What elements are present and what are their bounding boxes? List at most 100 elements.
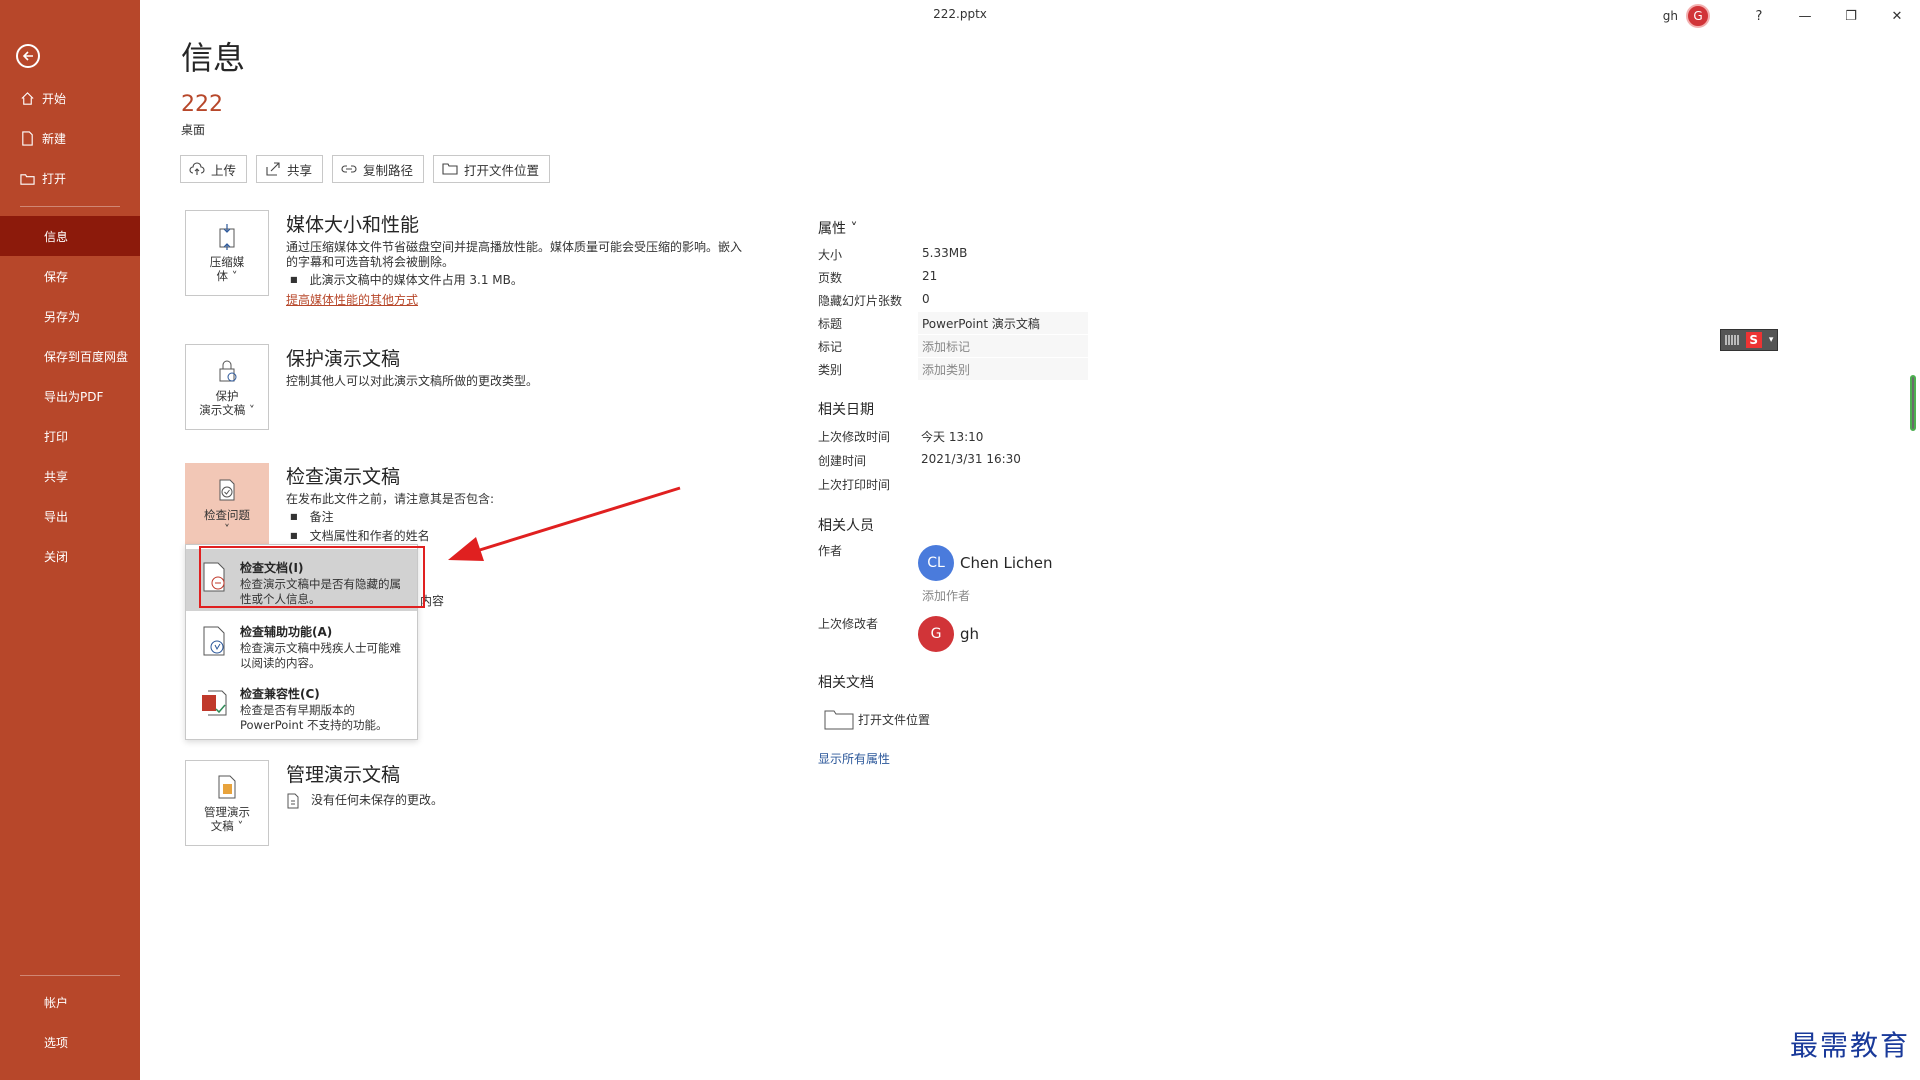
date-label: 上次打印时间 xyxy=(818,478,891,492)
property-value: 5.33MB xyxy=(922,246,968,260)
property-label: 页数 xyxy=(818,271,843,285)
titlebar-controls: gh G ? — ❐ ✕ xyxy=(1663,4,1920,28)
share-button[interactable]: 共享 xyxy=(256,155,324,183)
copy-path-button[interactable]: 复制路径 xyxy=(332,155,425,183)
sidebar-item-home[interactable]: 开始 xyxy=(0,80,140,116)
manage-section-desc: 没有任何未保存的更改。 xyxy=(311,793,444,807)
window-title: 222.pptx xyxy=(933,7,987,21)
related-dates-header: 相关日期 xyxy=(818,402,874,418)
menu-item-title: 检查兼容性(C) xyxy=(240,687,320,701)
add-author-link[interactable]: 添加作者 xyxy=(922,587,970,604)
sidebar-item-label: 选项 xyxy=(44,1035,69,1050)
close-window-button[interactable]: ✕ xyxy=(1874,4,1920,28)
sidebar-item-close[interactable]: 关闭 xyxy=(0,536,140,576)
menu-item-desc: 检查演示文稿中残疾人士可能难以阅读的内容。 xyxy=(240,641,401,670)
sidebar-item-label: 另存为 xyxy=(44,309,81,324)
watermark: 最需教育 xyxy=(1789,1029,1910,1062)
manage-presentation-button[interactable]: 管理演示 文稿 ˅ xyxy=(185,760,269,846)
sidebar-item-info[interactable]: 信息 xyxy=(0,216,140,256)
property-value: 添加标记 xyxy=(922,340,971,354)
menu-item-desc: 检查是否有早期版本的 PowerPoint 不支持的功能。 xyxy=(240,703,388,732)
annotation-arrow xyxy=(448,486,681,561)
date-row: 上次修改时间 今天 13:10 xyxy=(818,425,1088,447)
sidebar-item-options[interactable]: 选项 xyxy=(0,1022,140,1062)
modifier-label: 上次修改者 xyxy=(818,617,879,631)
property-row: 大小 5.33MB xyxy=(818,243,1088,265)
property-label: 标记 xyxy=(818,340,843,354)
author-person[interactable]: CL Chen Lichen xyxy=(918,545,1053,581)
tile-label: 演示文稿 ˅ xyxy=(199,403,255,417)
inspect-document-icon xyxy=(219,479,235,501)
menu-item-check-compatibility[interactable]: 检查兼容性(C) 检查是否有早期版本的 PowerPoint 不支持的功能。 xyxy=(186,675,417,737)
property-label: 大小 xyxy=(818,248,843,262)
folder-icon xyxy=(442,163,458,175)
author-label: 作者 xyxy=(818,544,843,558)
media-performance-link[interactable]: 提高媒体性能的其他方式 xyxy=(286,291,418,308)
modifier-person[interactable]: G gh xyxy=(918,616,979,652)
user-avatar[interactable]: G xyxy=(1686,4,1710,28)
folder-open-icon xyxy=(19,170,35,186)
open-location-label: 打开文件位置 xyxy=(464,162,540,178)
property-row: 隐藏幻灯片张数 0 xyxy=(818,289,1088,311)
related-people-header: 相关人员 xyxy=(818,518,874,534)
menu-item-title: 检查辅助功能(A) xyxy=(240,625,333,639)
sidebar-item-label: 导出为PDF xyxy=(44,389,104,404)
property-value: PowerPoint 演示文稿 xyxy=(922,317,1040,331)
sidebar-item-new[interactable]: 新建 xyxy=(0,120,140,156)
property-label: 标题 xyxy=(818,317,843,331)
upload-button[interactable]: 上传 xyxy=(180,155,248,183)
scrollbar-thumb[interactable] xyxy=(1910,375,1916,431)
property-row: 标记 添加标记 xyxy=(818,335,1088,357)
file-name: 222 xyxy=(181,92,223,117)
sidebar-item-export-pdf[interactable]: 导出为PDF xyxy=(0,376,140,416)
tile-label: 检查问题 xyxy=(204,508,250,522)
sidebar-divider xyxy=(20,975,120,976)
sidebar-item-save-as[interactable]: 另存为 xyxy=(0,296,140,336)
sogou-logo-icon: S xyxy=(1745,332,1762,348)
floating-toolbar-widget[interactable]: S ▾ xyxy=(1720,329,1778,351)
open-file-location-link[interactable]: 打开文件位置 xyxy=(824,708,930,730)
protect-presentation-button[interactable]: 保护 演示文稿 ˅ xyxy=(185,344,269,430)
help-button[interactable]: ? xyxy=(1736,4,1782,28)
author-avatar: CL xyxy=(918,545,954,581)
restore-button[interactable]: ❐ xyxy=(1828,4,1874,28)
sidebar-item-save[interactable]: 保存 xyxy=(0,256,140,296)
date-label: 上次修改时间 xyxy=(818,430,891,444)
minimize-button[interactable]: — xyxy=(1782,4,1828,28)
titlebar-username: gh xyxy=(1662,9,1678,23)
open-location-button[interactable]: 打开文件位置 xyxy=(433,155,551,183)
sidebar-item-export[interactable]: 导出 xyxy=(0,496,140,536)
sidebar-item-share[interactable]: 共享 xyxy=(0,456,140,496)
sidebar-item-label: 保存 xyxy=(44,269,69,284)
media-section-title: 媒体大小和性能 xyxy=(286,214,420,236)
property-value: 0 xyxy=(922,292,930,306)
sidebar-item-save-baidu[interactable]: 保存到百度网盘 xyxy=(0,336,140,376)
share-label: 共享 xyxy=(287,162,313,178)
compatibility-icon xyxy=(202,690,227,716)
properties-header[interactable]: 属性 ˅ xyxy=(818,218,857,238)
manage-document-icon xyxy=(218,775,236,799)
sidebar-item-print[interactable]: 打印 xyxy=(0,416,140,456)
file-actions: 上传 共享 复制路径 打开文件位置 xyxy=(180,155,551,183)
protect-section-desc: 控制其他人可以对此演示文稿所做的更改类型。 xyxy=(286,374,539,388)
sidebar-item-account[interactable]: 帐户 xyxy=(0,982,140,1022)
sidebar-item-open[interactable]: 打开 xyxy=(0,160,140,196)
property-label: 隐藏幻灯片张数 xyxy=(818,294,903,308)
sidebar-item-label: 保存到百度网盘 xyxy=(44,349,129,364)
file-location: 桌面 xyxy=(181,123,206,137)
sidebar-item-label: 新建 xyxy=(42,131,67,146)
inspect-section-title: 检查演示文稿 xyxy=(286,466,401,488)
media-section-desc: 的字幕和可选音轨将会被删除。 xyxy=(286,255,455,269)
back-arrow-icon[interactable] xyxy=(16,44,40,68)
tile-label: 保护 xyxy=(215,389,239,403)
tile-label: 压缩媒 xyxy=(209,255,245,269)
property-row: 页数 21 xyxy=(818,266,1088,288)
related-docs-header: 相关文档 xyxy=(818,675,874,691)
compress-media-button[interactable]: 压缩媒 体 ˅ xyxy=(185,210,269,296)
date-row: 上次打印时间 xyxy=(818,473,1088,495)
show-all-properties-link[interactable]: 显示所有属性 xyxy=(818,750,890,767)
menu-item-check-accessibility[interactable]: 检查辅助功能(A) 检查演示文稿中残疾人士可能难以阅读的内容。 xyxy=(186,613,417,675)
copy-path-label: 复制路径 xyxy=(363,162,414,178)
modifier-avatar: G xyxy=(918,616,954,652)
manage-section-title: 管理演示文稿 xyxy=(286,764,401,786)
